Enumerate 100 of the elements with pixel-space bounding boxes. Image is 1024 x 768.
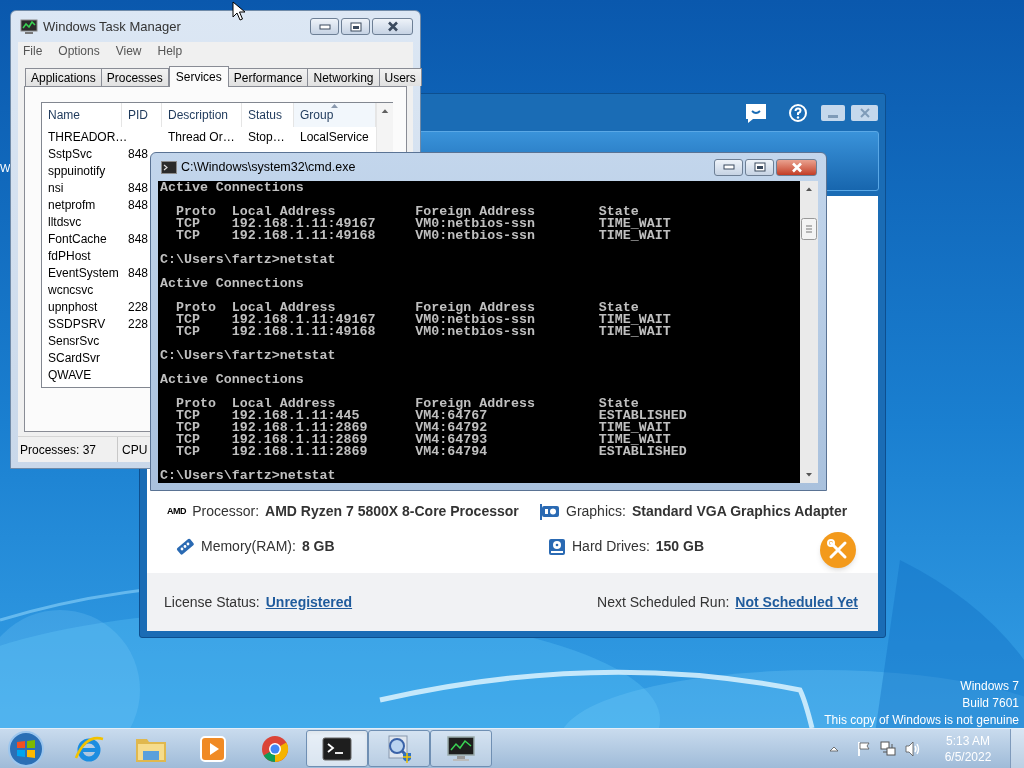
brand-logo: AMD [167, 507, 187, 516]
table-cell: 848 [128, 265, 149, 280]
console-line: Active Connections [160, 374, 305, 386]
watermark-text: This copy of Windows is not genuine [824, 712, 1019, 729]
scroll-thumb[interactable] [801, 218, 817, 240]
close-icon [790, 161, 803, 173]
help-icon[interactable] [789, 103, 807, 122]
desktop-icon-label[interactable]: W [0, 162, 11, 175]
tab[interactable]: Networking [307, 68, 380, 86]
console-line: TCP 192.168.1.11:2869 VM4:64793 TIME_WAIT [174, 434, 671, 446]
menu-item[interactable]: Options [53, 42, 105, 60]
terminal-icon [322, 736, 352, 761]
spec-label: Processor: [192, 502, 260, 521]
start-button[interactable] [7, 729, 45, 768]
taskbar-button[interactable] [306, 730, 368, 767]
close-button[interactable] [372, 18, 413, 35]
spec-label: Graphics: [566, 502, 626, 521]
window-title: Windows Task Manager [43, 17, 181, 36]
cursor-icon [232, 1, 246, 21]
hard-drive-icon [548, 537, 566, 556]
column-header[interactable]: Group [294, 103, 376, 127]
play-icon [199, 734, 227, 763]
table-cell: wcncsvc [48, 282, 94, 297]
console-line: TCP 192.168.1.11:49168 VM0:netbios-ssn TIME_WAIT [174, 326, 672, 338]
round-logo-icon [260, 733, 290, 764]
close-button[interactable] [776, 158, 817, 176]
console-line: TCP 192.168.1.11:49168 VM0:netbios-ssn TIME_WAIT [174, 230, 672, 242]
minimize-button[interactable] [714, 158, 743, 176]
table-cell: Stop… [248, 129, 285, 144]
column-label: Description [168, 107, 229, 124]
status-text: CPU [122, 442, 148, 457]
monitor-icon [445, 733, 477, 764]
table-cell: sppuinotify [48, 163, 106, 178]
scrollbar[interactable] [800, 181, 818, 483]
sort-caret-icon [331, 104, 338, 108]
console-line: TCP 192.168.1.11:2869 VM4:64792 TIME_WAIT [174, 422, 672, 434]
console-line: C:\Users\fartz>netstat [160, 470, 337, 482]
menu-item[interactable]: Help [152, 42, 188, 60]
maximize-icon [349, 21, 362, 32]
license-link[interactable]: Unregistered [265, 591, 353, 613]
spec-label: Memory(RAM): [201, 537, 296, 556]
close-button[interactable] [851, 104, 878, 121]
tab[interactable]: Users [378, 68, 422, 86]
tab[interactable]: Services [168, 66, 229, 87]
spec-value: 8 GB [301, 537, 335, 556]
console-line: TCP 192.168.1.11:445 VM4:64767 ESTABLISHED [174, 410, 688, 422]
terminal-icon [161, 160, 177, 174]
speaker-icon[interactable] [904, 740, 922, 757]
caret-up-icon[interactable] [829, 744, 839, 753]
maximize-button[interactable] [341, 18, 370, 35]
column-label: Group [300, 107, 334, 124]
maximize-button[interactable] [745, 158, 774, 176]
table-cell: 848 [128, 146, 149, 161]
column-label: Name [48, 107, 80, 124]
table-cell: FontCache [48, 231, 107, 246]
flag-icon[interactable] [856, 740, 872, 757]
schedule-label: Next Scheduled Run: [597, 592, 730, 612]
menu-item[interactable]: View [110, 42, 147, 60]
tools-button[interactable] [820, 531, 856, 568]
minimize-button[interactable] [821, 104, 845, 121]
table-cell: 848 [128, 231, 149, 246]
schedule-link[interactable]: Not Scheduled Yet [735, 591, 858, 613]
monitor-icon [20, 18, 38, 35]
table-cell: QWAVE [48, 367, 92, 382]
maximize-icon [753, 162, 766, 172]
license-label: License Status: [164, 592, 260, 612]
clock-time: 5:13 AM [946, 732, 990, 749]
table-cell: nsi [48, 180, 64, 195]
table-cell: 228 [128, 316, 149, 331]
tab[interactable]: Processes [100, 68, 169, 86]
tab[interactable]: Performance [227, 68, 309, 86]
table-cell: SstpSvc [48, 146, 92, 161]
status-text: Processes: 37 [20, 441, 97, 459]
table-cell: 848 [128, 197, 149, 212]
close-icon [859, 107, 870, 118]
table-cell: EventSystem [48, 265, 119, 280]
minimize-button[interactable] [310, 18, 339, 35]
watermark-text: Build 7601 [962, 695, 1019, 712]
taskbar-button[interactable] [430, 730, 492, 767]
menu-item[interactable]: File [18, 42, 48, 60]
column-label: PID [128, 107, 148, 124]
window-title: C:\Windows\system32\cmd.exe [181, 158, 356, 176]
tab[interactable]: Applications [25, 68, 102, 86]
spec-value: AMD Ryzen 7 5800X 8-Core Processor [265, 502, 519, 521]
table-cell: fdPHost [48, 248, 91, 263]
chat-icon[interactable] [745, 101, 767, 124]
table-cell: LocalService [300, 129, 369, 144]
console-line: TCP 192.168.1.11:2869 VM4:64794 ESTABLISHED [174, 446, 688, 458]
console-line: Proto Local Address Foreign Address State [174, 206, 639, 218]
minimize-icon [722, 164, 735, 170]
network-icon[interactable] [879, 739, 897, 758]
table-cell: Thread Or… [168, 129, 235, 144]
watermark-text: Windows 7 [960, 678, 1019, 695]
column-label: Status [248, 107, 283, 124]
table-cell: upnphost [48, 299, 98, 314]
console-line: Active Connections [160, 278, 305, 290]
console-line: TCP 192.168.1.11:49167 VM0:netbios-ssn TIME_WAIT [174, 218, 672, 230]
show-desktop-button[interactable] [1010, 729, 1024, 768]
minimize-icon [828, 114, 838, 118]
table-cell: netprofm [48, 197, 96, 212]
